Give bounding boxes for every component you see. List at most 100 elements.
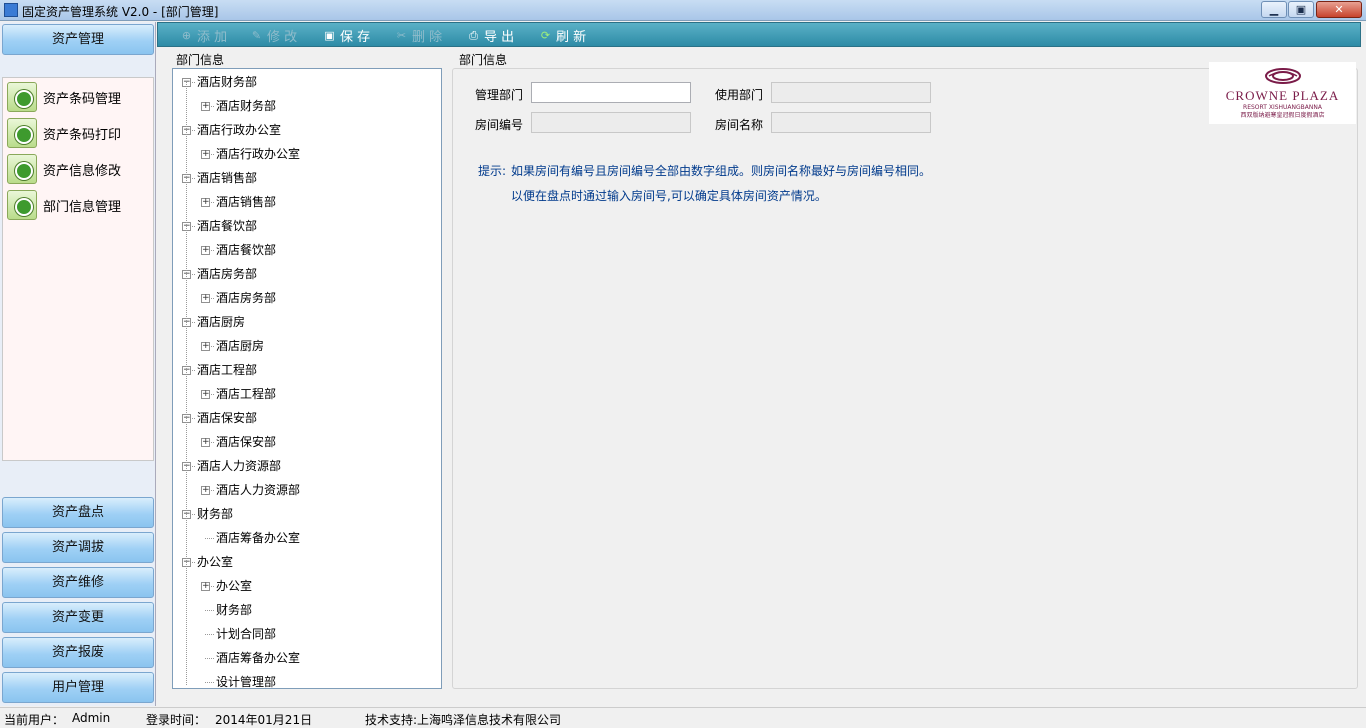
nav-item-asset-edit[interactable]: 资产信息修改 [7, 152, 151, 186]
nav-repair-button[interactable]: 资产维修 [2, 567, 154, 598]
expand-icon[interactable]: + [201, 342, 210, 351]
export-label: 导 出 [484, 30, 515, 45]
tree-node-label: 计划合同部 [216, 627, 277, 641]
nav-inventory-button[interactable]: 资产盘点 [2, 497, 154, 528]
tree-node-parent[interactable]: 酒店行政办公室 [197, 120, 281, 140]
tree-node-child[interactable]: 办公室 [216, 576, 252, 596]
tree-node-parent[interactable]: 酒店销售部 [197, 168, 257, 188]
tree-node-label: 酒店工程部 [197, 363, 258, 377]
tree-node-label: 酒店餐饮部 [197, 219, 258, 233]
tree-node-parent[interactable]: 酒店财务部 [197, 72, 257, 92]
use-dept-input[interactable] [771, 82, 931, 103]
expand-icon[interactable]: + [201, 198, 210, 207]
tree-node-label: 酒店财务部 [216, 99, 277, 113]
tree-node-parent[interactable]: 酒店房务部 [197, 264, 257, 284]
delete-button[interactable]: ✂ 删 除 [395, 27, 442, 45]
tree-node-label: 酒店人力资源部 [216, 483, 301, 497]
tree-node-label: 酒店房务部 [197, 267, 258, 281]
nav-change-button[interactable]: 资产变更 [2, 602, 154, 633]
tree-node-parent[interactable]: 办公室 [197, 552, 233, 572]
tree-node-label: 办公室 [197, 555, 234, 569]
tree-node-label: 酒店保安部 [216, 435, 277, 449]
detail-group-label: 部门信息 [459, 53, 508, 67]
tree-root-guide-line [186, 82, 187, 685]
nav-item-label: 资产条码打印 [43, 127, 122, 143]
expand-icon[interactable]: + [201, 486, 210, 495]
mgmt-dept-input[interactable] [531, 82, 691, 103]
tree-node-label: 酒店筹备办公室 [216, 531, 301, 545]
tree-node-label: 酒店保安部 [197, 411, 258, 425]
expand-icon[interactable]: + [201, 438, 210, 447]
expand-icon[interactable]: + [201, 150, 210, 159]
printer-icon: ⎙ [469, 29, 478, 42]
tree-node-parent[interactable]: 酒店厨房 [197, 312, 245, 332]
nav-item-label: 资产条码管理 [43, 91, 122, 107]
tip-prefix: 提示: [478, 164, 507, 178]
current-user-label: 当前用户： [4, 713, 65, 727]
tree-node-child[interactable]: 酒店人力资源部 [216, 480, 300, 500]
tree-node-label: 酒店销售部 [216, 195, 277, 209]
delete-icon: ✂ [396, 29, 407, 42]
tree-node-child[interactable]: 财务部 [216, 600, 252, 620]
nav-transfer-button[interactable]: 资产调拔 [2, 532, 154, 563]
login-time-label: 登录时间： [146, 713, 207, 727]
nav-item-barcode-management[interactable]: 资产条码管理 [7, 80, 151, 114]
tree-node-label: 酒店财务部 [197, 75, 258, 89]
add-button[interactable]: ⊕ 添 加 [180, 27, 228, 45]
tree-node-child[interactable]: 酒店财务部 [216, 96, 276, 116]
tree-connector-line [205, 658, 214, 659]
refresh-button[interactable]: ⟳ 刷 新 [539, 27, 587, 45]
tip-line-2: 以便在盘点时通过输入房间号,可以确定具体房间资产情况。 [511, 189, 827, 203]
expand-icon[interactable]: + [201, 102, 210, 111]
room-no-input[interactable] [531, 112, 691, 133]
tree-node-child[interactable]: 酒店餐饮部 [216, 240, 276, 260]
asset-icon [7, 82, 37, 112]
tree-node-child[interactable]: 酒店工程部 [216, 384, 276, 404]
tree-node-child[interactable]: 酒店厨房 [216, 336, 264, 356]
tree-node-parent[interactable]: 酒店保安部 [197, 408, 257, 428]
nav-item-list: 资产条码管理 资产条码打印 资产信息修改 部门信息管理 [2, 77, 154, 461]
edit-icon: ✎ [251, 29, 262, 42]
logo-brand: CROWNE PLAZA [1225, 88, 1340, 103]
refresh-label: 刷 新 [556, 30, 587, 45]
export-button[interactable]: ⎙ 导 出 [467, 27, 515, 45]
tree-node-child[interactable]: 计划合同部 [216, 624, 276, 644]
tree-node-label: 酒店行政办公室 [197, 123, 282, 137]
room-no-label: 房间编号 [475, 118, 524, 132]
add-label: 添 加 [197, 30, 228, 45]
use-dept-label: 使用部门 [715, 88, 764, 102]
edit-button[interactable]: ✎ 修 改 [250, 27, 297, 45]
tree-node-child[interactable]: 酒店保安部 [216, 432, 276, 452]
minimize-button[interactable]: ▁ [1261, 1, 1287, 18]
refresh-icon: ⟳ [540, 29, 551, 42]
tree-node-parent[interactable]: 酒店工程部 [197, 360, 257, 380]
tree-node-label: 酒店厨房 [216, 339, 265, 353]
room-name-input[interactable] [771, 112, 931, 133]
maximize-button[interactable]: ▣ [1288, 1, 1314, 18]
tree-node-child[interactable]: 酒店行政办公室 [216, 144, 300, 164]
nav-scrap-button[interactable]: 资产报废 [2, 637, 154, 668]
nav-item-barcode-print[interactable]: 资产条码打印 [7, 116, 151, 150]
close-button[interactable]: ✕ [1316, 1, 1362, 18]
expand-icon[interactable]: + [201, 294, 210, 303]
title-bar: 固定资产管理系统 V2.0 - [部门管理] ▁ ▣ ✕ [0, 0, 1366, 21]
tree-node-child[interactable]: 酒店筹备办公室 [216, 648, 300, 668]
tree-node-parent[interactable]: 财务部 [197, 504, 233, 524]
nav-item-dept-management[interactable]: 部门信息管理 [7, 188, 151, 222]
nav-item-label: 资产信息修改 [43, 163, 122, 179]
tree-node-label: 办公室 [216, 579, 253, 593]
tree-node-parent[interactable]: 酒店人力资源部 [197, 456, 281, 476]
tree-node-child[interactable]: 酒店筹备办公室 [216, 528, 300, 548]
save-button[interactable]: ▣ 保 存 [323, 27, 370, 45]
expand-icon[interactable]: + [201, 246, 210, 255]
tree-node-child[interactable]: 设计管理部 [216, 672, 276, 688]
tree-node-child[interactable]: 酒店房务部 [216, 288, 276, 308]
tree-node-child[interactable]: 酒店销售部 [216, 192, 276, 212]
department-tree[interactable]: 酒店财务部 − 酒店财务部 + 酒店行政办公室 − 酒店行政办公室 + 酒店销售部 − 酒店销售部 +… [172, 68, 442, 689]
tree-node-parent[interactable]: 酒店餐饮部 [197, 216, 257, 236]
add-icon: ⊕ [181, 29, 192, 42]
expand-icon[interactable]: + [201, 390, 210, 399]
expand-icon[interactable]: + [201, 582, 210, 591]
nav-asset-management-button[interactable]: 资产管理 [2, 24, 154, 55]
nav-user-management-button[interactable]: 用户管理 [2, 672, 154, 703]
